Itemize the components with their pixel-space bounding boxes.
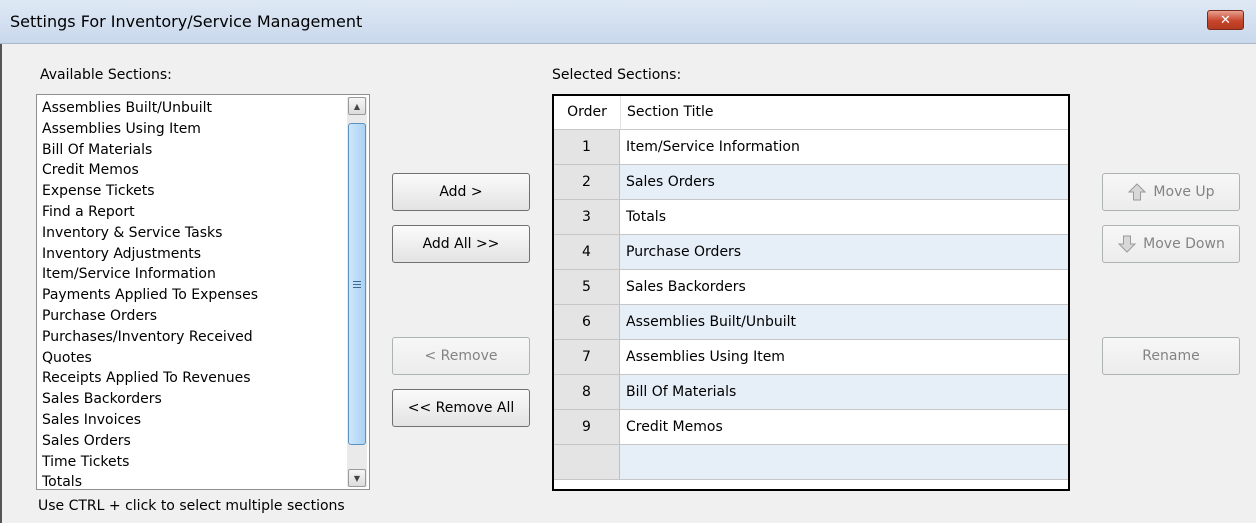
row-title-cell[interactable]: Sales Backorders (620, 270, 1068, 304)
row-order-cell: 8 (554, 375, 620, 409)
list-item[interactable]: Assemblies Using Item (42, 119, 258, 140)
scroll-up-icon[interactable]: ▲ (348, 97, 366, 115)
list-item[interactable]: Time Tickets (42, 452, 258, 473)
list-item[interactable]: Sales Backorders (42, 389, 258, 410)
list-item[interactable]: Inventory Adjustments (42, 244, 258, 265)
row-title-cell[interactable]: Sales Orders (620, 165, 1068, 199)
row-title-cell[interactable]: Item/Service Information (620, 130, 1068, 164)
table-row[interactable]: 8 Bill Of Materials (554, 375, 1068, 410)
table-row[interactable]: 6 Assemblies Built/Unbuilt (554, 305, 1068, 340)
row-title-cell[interactable] (620, 445, 1068, 479)
table-row[interactable]: 3 Totals (554, 200, 1068, 235)
row-order-cell: 5 (554, 270, 620, 304)
move-up-label: Move Up (1153, 184, 1215, 200)
available-items: Assemblies Built/Unbuilt Assemblies Using… (42, 98, 258, 493)
row-order-cell: 7 (554, 340, 620, 374)
window-border (0, 44, 2, 523)
arrow-up-icon (1128, 183, 1147, 201)
move-up-button[interactable]: Move Up (1102, 173, 1240, 211)
list-item[interactable]: Expense Tickets (42, 181, 258, 202)
list-item[interactable]: Inventory & Service Tasks (42, 223, 258, 244)
selected-sections-label: Selected Sections: (552, 67, 682, 83)
grid-header: Order Section Title (554, 96, 1068, 130)
row-title-cell[interactable]: Totals (620, 200, 1068, 234)
row-order-cell: 9 (554, 410, 620, 444)
table-row[interactable]: 7 Assemblies Using Item (554, 340, 1068, 375)
title-bar: Settings For Inventory/Service Managemen… (0, 0, 1256, 44)
list-item[interactable]: Sales Orders (42, 431, 258, 452)
list-item[interactable]: Quotes (42, 348, 258, 369)
row-title-cell[interactable]: Purchase Orders (620, 235, 1068, 269)
table-row[interactable]: 2 Sales Orders (554, 165, 1068, 200)
add-all-button[interactable]: Add All >> (392, 225, 530, 263)
column-header-section-title[interactable]: Section Title (620, 96, 713, 129)
window-title: Settings For Inventory/Service Managemen… (10, 12, 363, 31)
close-button[interactable]: ✕ (1207, 10, 1244, 30)
available-sections-list[interactable]: Assemblies Built/Unbuilt Assemblies Using… (36, 94, 370, 490)
add-button[interactable]: Add > (392, 173, 530, 211)
grip-icon (353, 280, 361, 288)
list-item[interactable]: Receipts Applied To Revenues (42, 368, 258, 389)
row-order-cell: 3 (554, 200, 620, 234)
scroll-thumb[interactable] (348, 123, 366, 445)
available-sections-label: Available Sections: (40, 67, 172, 83)
list-item[interactable]: Totals (42, 472, 258, 493)
table-row[interactable]: 5 Sales Backorders (554, 270, 1068, 305)
table-row[interactable]: 1 Item/Service Information (554, 130, 1068, 165)
list-item[interactable]: Bill Of Materials (42, 140, 258, 161)
list-item[interactable]: Find a Report (42, 202, 258, 223)
new-row[interactable] (554, 445, 1068, 480)
row-order-cell: 4 (554, 235, 620, 269)
list-item[interactable]: Purchase Orders (42, 306, 258, 327)
list-item[interactable]: Payments Applied To Expenses (42, 285, 258, 306)
vertical-scrollbar[interactable]: ▲ ▼ (347, 97, 367, 487)
scroll-down-icon[interactable]: ▼ (348, 469, 366, 487)
list-item[interactable]: Assemblies Built/Unbuilt (42, 98, 258, 119)
table-row[interactable]: 9 Credit Memos (554, 410, 1068, 445)
move-down-button[interactable]: Move Down (1102, 225, 1240, 263)
column-header-order[interactable]: Order (554, 96, 620, 129)
row-order-cell (554, 445, 620, 479)
row-title-cell[interactable]: Credit Memos (620, 410, 1068, 444)
row-title-cell[interactable]: Assemblies Built/Unbuilt (620, 305, 1068, 339)
row-order-cell: 6 (554, 305, 620, 339)
arrow-down-icon (1117, 235, 1137, 253)
remove-button[interactable]: < Remove (392, 337, 530, 375)
list-item[interactable]: Item/Service Information (42, 264, 258, 285)
close-icon: ✕ (1220, 12, 1231, 28)
move-down-label: Move Down (1143, 236, 1225, 252)
list-item[interactable]: Purchases/Inventory Received (42, 327, 258, 348)
row-title-cell[interactable]: Assemblies Using Item (620, 340, 1068, 374)
list-item[interactable]: Credit Memos (42, 160, 258, 181)
remove-all-button[interactable]: << Remove All (392, 389, 530, 427)
multi-select-hint: Use CTRL + click to select multiple sect… (38, 498, 345, 514)
table-row[interactable]: 4 Purchase Orders (554, 235, 1068, 270)
rename-button[interactable]: Rename (1102, 337, 1240, 375)
row-order-cell: 1 (554, 130, 620, 164)
row-title-cell[interactable]: Bill Of Materials (620, 375, 1068, 409)
row-order-cell: 2 (554, 165, 620, 199)
list-item[interactable]: Sales Invoices (42, 410, 258, 431)
selected-sections-grid[interactable]: Order Section Title 1 Item/Service Inform… (552, 94, 1070, 491)
